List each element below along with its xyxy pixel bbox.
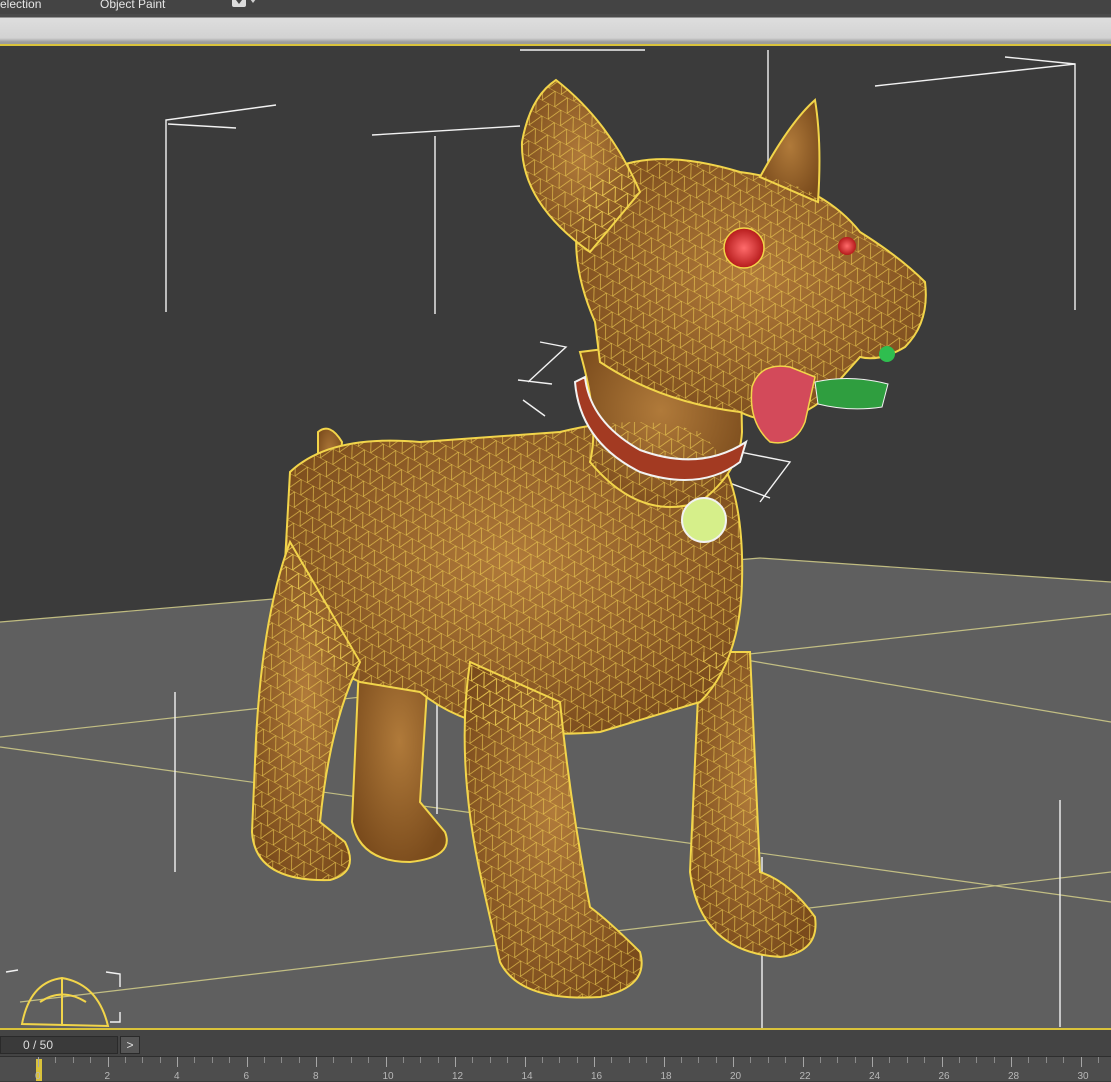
chevron-down-icon [250,0,256,3]
track-label: 28 [1008,1071,1020,1082]
track-tick [576,1057,578,1063]
collar-tag [681,497,727,543]
track-tick [733,1057,734,1067]
track-tick [263,1057,265,1063]
track-tick [333,1057,335,1063]
dog-teeth [814,377,889,410]
track-tick [368,1057,370,1063]
next-frame-button[interactable]: > [120,1036,140,1054]
track-tick [628,1057,630,1063]
viewport-scene [0,49,1111,1028]
track-tick [611,1057,613,1063]
perspective-viewport[interactable] [0,44,1111,1030]
track-tick [159,1057,161,1063]
track-tick [541,1057,543,1063]
track-tick [72,1057,74,1063]
track-tick [1097,1057,1099,1063]
time-slider[interactable]: 0 / 50 [0,1036,118,1054]
track-tick [489,1057,491,1063]
track-tick [802,1057,804,1067]
track-tick [1045,1057,1047,1063]
track-tick [177,1057,178,1067]
track-tick [316,1057,317,1067]
track-tick [680,1057,682,1063]
track-tick [55,1057,57,1063]
track-tick [437,1057,439,1063]
track-tick [941,1057,943,1067]
track-tick [958,1057,960,1063]
track-tick [854,1057,856,1063]
track-tick [594,1057,595,1067]
track-tick [524,1057,526,1067]
track-label: 10 [382,1071,394,1082]
track-tick [142,1057,144,1063]
track-bar[interactable]: 0 2 4 6 8 10 12 14 16 18 20 22 24 26 28 30 [0,1056,1111,1082]
track-tick [993,1057,995,1063]
track-tick [906,1057,908,1063]
time-slider-value: 0 / 50 [23,1038,54,1052]
track-tick [229,1057,231,1063]
track-tick [1080,1057,1082,1067]
track-label: 14 [521,1071,533,1082]
track-label: 12 [452,1071,464,1082]
track-label: 26 [938,1071,950,1082]
track-tick [194,1057,196,1063]
track-tick [837,1057,839,1063]
track-tick [107,1057,109,1067]
track-tick [1011,1057,1012,1067]
menu-bar: election Object Paint [0,0,1111,14]
dog-tongue [750,365,816,444]
track-tick [1028,1057,1030,1063]
track-label: 0 [35,1071,41,1082]
track-tick [38,1057,39,1067]
track-tick [976,1057,978,1063]
track-tick [455,1057,456,1067]
track-label: 6 [243,1071,250,1082]
track-tick [298,1057,300,1063]
track-label: 22 [799,1071,811,1082]
track-tick [663,1057,665,1067]
track-label: 20 [730,1071,742,1082]
dog-eye-left [723,227,765,269]
track-tick [402,1057,404,1063]
track-tick [350,1057,352,1063]
track-tick [889,1057,891,1063]
menu-item-selection[interactable]: election [0,0,41,11]
track-tick [281,1057,283,1063]
track-tick [785,1057,787,1063]
object-paint-dropdown-icon [232,0,246,7]
time-slider-bar: 0 / 50 > [0,1030,1111,1056]
track-tick [420,1057,422,1063]
track-tick [246,1057,248,1067]
track-tick [819,1057,821,1063]
track-label: 2 [104,1071,111,1082]
ribbon-bar [0,14,1111,44]
track-tick [872,1057,873,1067]
track-tick [211,1057,213,1063]
track-tick [472,1057,474,1063]
track-tick [715,1057,717,1063]
track-tick [385,1057,387,1067]
track-tick [1063,1057,1065,1063]
track-label: 8 [313,1071,319,1082]
track-tick [767,1057,769,1063]
track-tick [750,1057,752,1063]
track-label: 4 [174,1071,180,1082]
menu-item-object-paint[interactable]: Object Paint [100,0,165,11]
track-tick [646,1057,648,1063]
track-tick [924,1057,926,1063]
track-tick [559,1057,561,1063]
track-label: 30 [1077,1071,1089,1082]
track-label: 18 [660,1071,672,1082]
track-tick [507,1057,509,1063]
track-tick [124,1057,126,1063]
track-label: 16 [591,1071,603,1082]
track-label: 24 [869,1071,881,1082]
object-paint-dropdown[interactable] [232,0,260,10]
dog-eye-right [838,237,856,255]
track-tick [90,1057,92,1063]
track-tick [698,1057,700,1063]
